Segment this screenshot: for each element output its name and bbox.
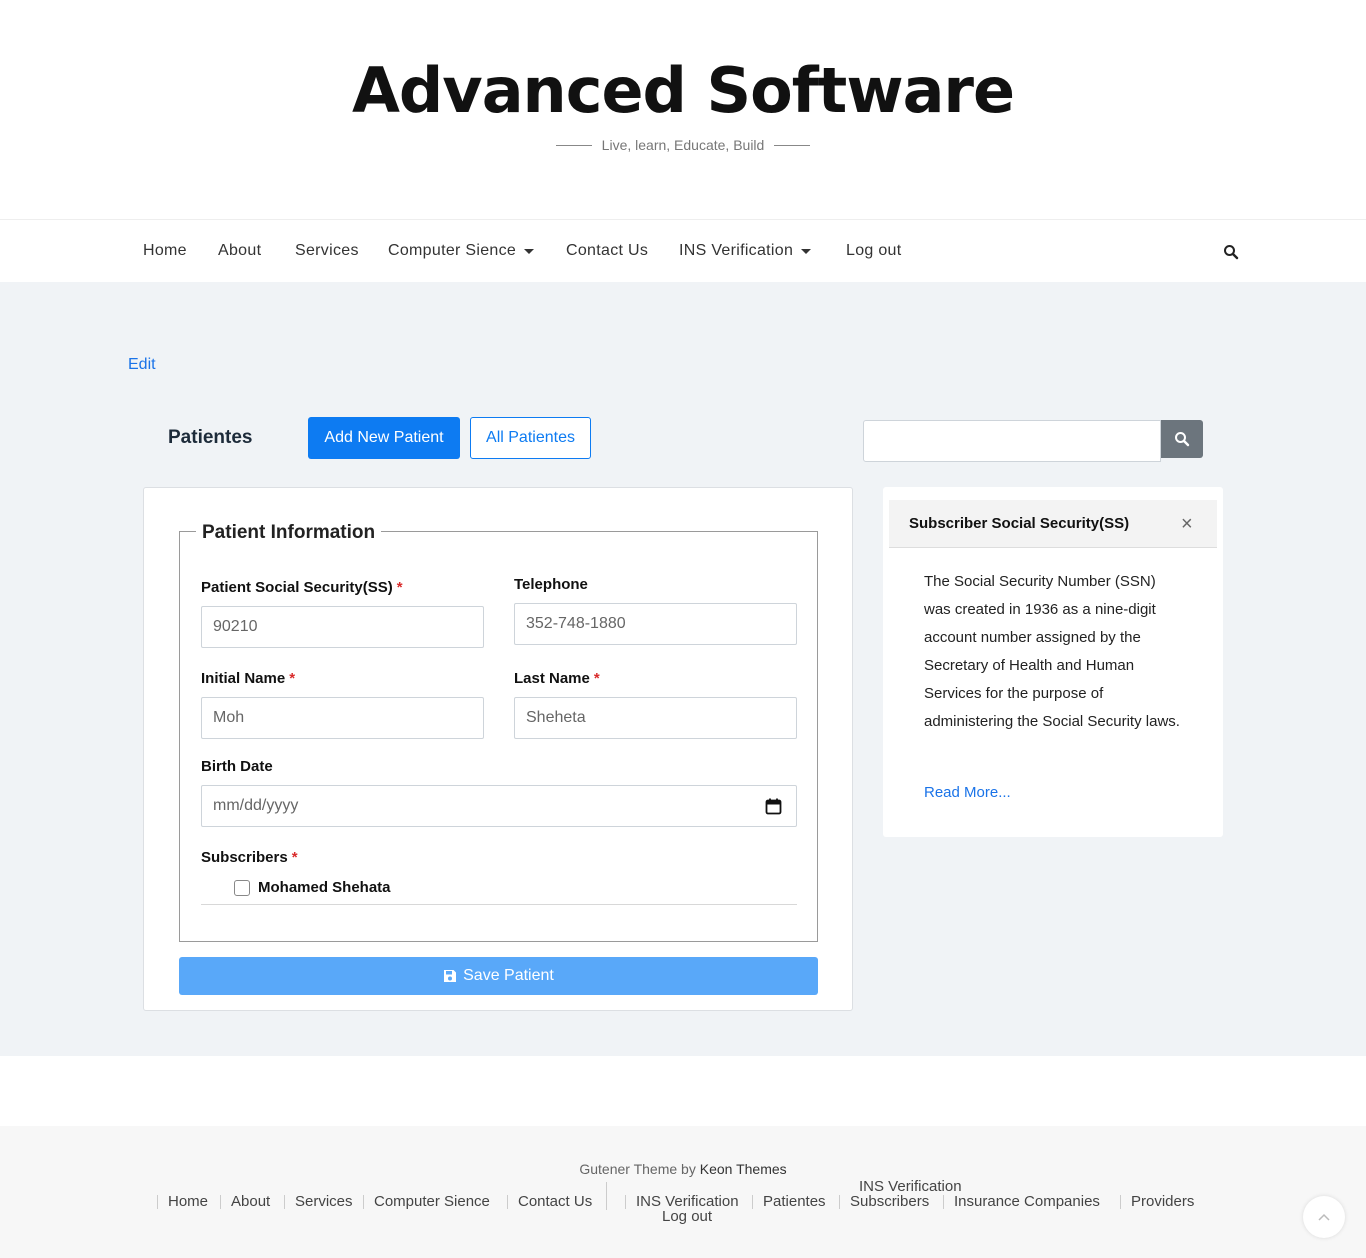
footer-link-insurance-companies[interactable]: Insurance Companies: [954, 1193, 1100, 1210]
divider: [284, 1195, 285, 1209]
caret-down-icon: [524, 248, 535, 254]
nav-label: Log out: [846, 242, 902, 259]
birth-date-input[interactable]: mm/dd/yyyy: [201, 785, 797, 827]
footer-link-subscribers[interactable]: Subscribers: [850, 1193, 929, 1210]
nav-label: About: [218, 242, 262, 259]
edit-link[interactable]: Edit: [128, 356, 156, 374]
caret-down-icon: [801, 248, 812, 254]
nav-label: Contact Us: [566, 242, 649, 259]
save-button-label: Save Patient: [463, 967, 554, 984]
search-icon[interactable]: [1223, 244, 1239, 260]
footer-link-patientes[interactable]: Patientes: [763, 1193, 826, 1210]
info-card-title: Subscriber Social Security(SS): [909, 515, 1130, 532]
credit-text: Gutener Theme by: [579, 1161, 700, 1177]
site-title[interactable]: Advanced Software: [0, 54, 1366, 128]
divider: [943, 1195, 944, 1209]
read-more-link[interactable]: Read More...: [924, 784, 1011, 801]
nav-label: Services: [295, 242, 359, 259]
label-text: Patient Social Security(SS): [201, 579, 393, 596]
divider: [625, 1195, 626, 1209]
divider: [606, 1182, 607, 1210]
save-patient-button[interactable]: Save Patient: [179, 957, 818, 995]
search-icon: [1175, 432, 1190, 447]
divider: [752, 1195, 753, 1209]
site-footer: Gutener Theme by Keon Themes Home About …: [0, 1126, 1366, 1258]
initial-name-label: Initial Name *: [201, 670, 295, 687]
divider: [363, 1195, 364, 1209]
required-mark: *: [396, 579, 403, 596]
nav-item-services[interactable]: Services: [295, 242, 359, 260]
nav-label: INS Verification: [679, 242, 794, 259]
fieldset-legend: Patient Information: [196, 522, 382, 544]
ss-input[interactable]: 90210: [201, 606, 484, 648]
chevron-up-icon: [1318, 1213, 1330, 1221]
nav-item-about[interactable]: About: [218, 242, 261, 260]
divider: [220, 1195, 221, 1209]
nav-label: Computer Sience: [388, 242, 517, 259]
tagline-text: Live, learn, Educate, Build: [601, 137, 765, 153]
footer-link-contact-us[interactable]: Contact Us: [518, 1193, 592, 1210]
ss-label: Patient Social Security(SS) *: [201, 579, 403, 596]
footer-link-about[interactable]: About: [231, 1193, 270, 1210]
divider: [201, 904, 797, 905]
label-text: Initial Name: [201, 670, 286, 687]
section-title: Patientes: [168, 427, 253, 448]
subscribers-label: Subscribers *: [201, 849, 298, 866]
subscriber-option-label: Mohamed Shehata: [258, 879, 391, 896]
footer-credit: Gutener Theme by Keon Themes: [0, 1161, 1366, 1177]
main-navigation: Home About Services Computer Sience Cont…: [0, 219, 1366, 282]
required-mark: *: [291, 849, 298, 866]
telephone-label: Telephone: [514, 576, 588, 593]
divider: [839, 1195, 840, 1209]
patient-form-card: Patient Information Patient Social Secur…: [143, 487, 853, 1011]
main-content: Edit Patientes Add New Patient All Patie…: [0, 282, 1366, 1056]
footer-link-log-out[interactable]: Log out: [662, 1208, 712, 1225]
nav-item-home[interactable]: Home: [143, 242, 187, 260]
initial-name-input[interactable]: Moh: [201, 697, 484, 739]
credit-author-link[interactable]: Keon Themes: [700, 1161, 787, 1177]
required-mark: *: [593, 670, 600, 687]
label-text: Last Name: [514, 670, 590, 687]
divider: [507, 1195, 508, 1209]
nav-item-computer-sience[interactable]: Computer Sience: [388, 242, 535, 260]
birth-date-label: Birth Date: [201, 758, 273, 775]
divider: [1120, 1195, 1121, 1209]
footer-link-home[interactable]: Home: [168, 1193, 208, 1210]
footer-link-providers[interactable]: Providers: [1131, 1193, 1194, 1210]
save-icon: [444, 970, 457, 982]
last-name-label: Last Name *: [514, 670, 600, 687]
scroll-to-top-button[interactable]: [1303, 1196, 1345, 1238]
site-header: Advanced Software Live, learn, Educate, …: [0, 0, 1366, 219]
birth-date-placeholder: mm/dd/yyyy: [213, 797, 299, 814]
all-patientes-button[interactable]: All Patientes: [470, 417, 591, 459]
search-input[interactable]: [863, 420, 1161, 462]
nav-item-contact-us[interactable]: Contact Us: [566, 242, 648, 260]
nav-item-log-out[interactable]: Log out: [846, 242, 901, 260]
required-mark: *: [289, 670, 296, 687]
divider: [555, 144, 592, 146]
info-card: Subscriber Social Security(SS) × The Soc…: [883, 487, 1223, 837]
close-icon[interactable]: ×: [1181, 514, 1193, 534]
calendar-icon[interactable]: [765, 798, 782, 815]
add-new-patient-button[interactable]: Add New Patient: [308, 417, 460, 459]
info-card-text: The Social Security Number (SSN) was cre…: [924, 573, 1180, 730]
divider: [774, 144, 811, 146]
search-button[interactable]: [1161, 420, 1203, 458]
telephone-input[interactable]: 352-748-1880: [514, 603, 797, 645]
divider: [157, 1195, 158, 1209]
footer-link-computer-sience[interactable]: Computer Sience: [374, 1193, 490, 1210]
info-card-header: Subscriber Social Security(SS) ×: [889, 500, 1217, 548]
nav-item-ins-verification[interactable]: INS Verification: [679, 242, 812, 260]
tagline: Live, learn, Educate, Build: [0, 137, 1366, 153]
last-name-input[interactable]: Sheheta: [514, 697, 797, 739]
nav-label: Home: [143, 242, 187, 259]
footer-link-services[interactable]: Services: [295, 1193, 353, 1210]
subscriber-checkbox[interactable]: [234, 880, 250, 896]
label-text: Subscribers: [201, 849, 288, 866]
